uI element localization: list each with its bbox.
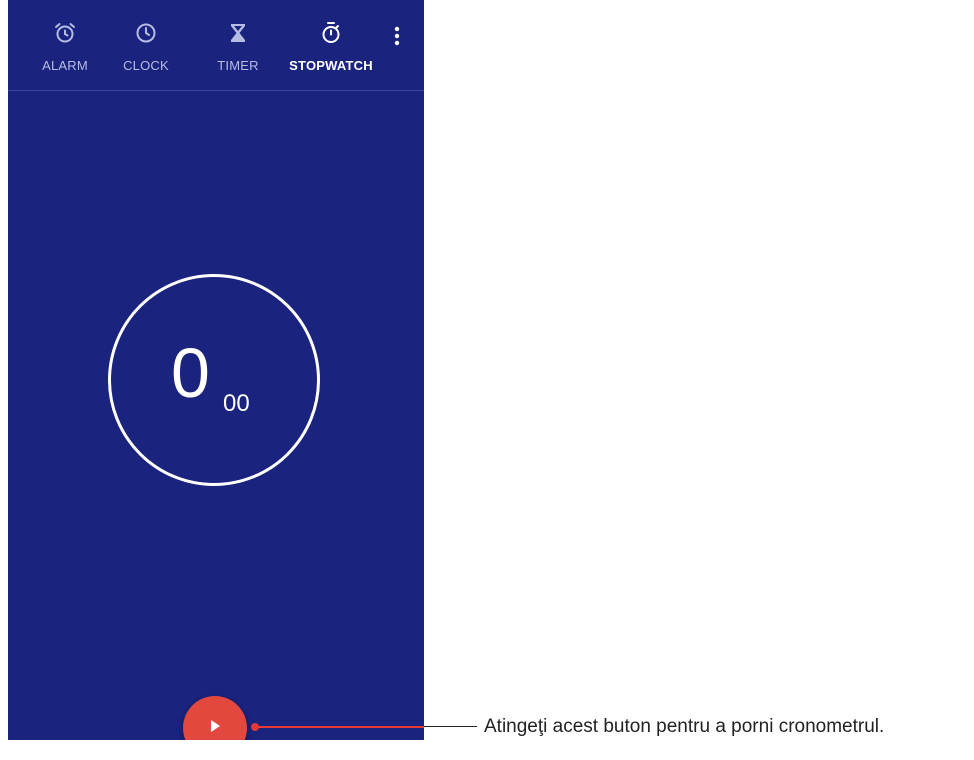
callout-line-outside — [424, 726, 477, 727]
alarm-icon — [52, 20, 78, 46]
stopwatch-dial — [108, 274, 320, 486]
hourglass-icon — [225, 20, 251, 46]
callout-line — [256, 726, 424, 728]
start-button[interactable] — [183, 696, 247, 740]
tab-stopwatch[interactable]: STOPWATCH — [281, 0, 381, 90]
callout-text: Atingeţi acest buton pentru a porni cron… — [484, 716, 885, 737]
tab-stopwatch-label: STOPWATCH — [289, 58, 373, 73]
tab-clock-label: CLOCK — [123, 58, 169, 73]
tab-timer[interactable]: TIMER — [198, 0, 278, 90]
stage: ALARM CLOCK TIMER STOPWATCH 0 00 Atingeţ… — [0, 0, 974, 760]
tab-clock[interactable]: CLOCK — [106, 0, 186, 90]
elapsed-seconds: 0 — [171, 334, 210, 412]
stopwatch-screen: ALARM CLOCK TIMER STOPWATCH 0 00 — [8, 0, 424, 740]
tab-timer-label: TIMER — [217, 58, 259, 73]
play-icon — [208, 718, 222, 739]
more-vert-icon — [394, 26, 400, 51]
tab-alarm[interactable]: ALARM — [25, 0, 105, 90]
tab-alarm-label: ALARM — [42, 58, 88, 73]
tab-bar: ALARM CLOCK TIMER STOPWATCH — [8, 0, 424, 91]
clock-icon — [133, 20, 159, 46]
more-options-button[interactable] — [384, 22, 410, 54]
elapsed-hundredths: 00 — [223, 390, 250, 417]
stopwatch-icon — [318, 20, 344, 46]
